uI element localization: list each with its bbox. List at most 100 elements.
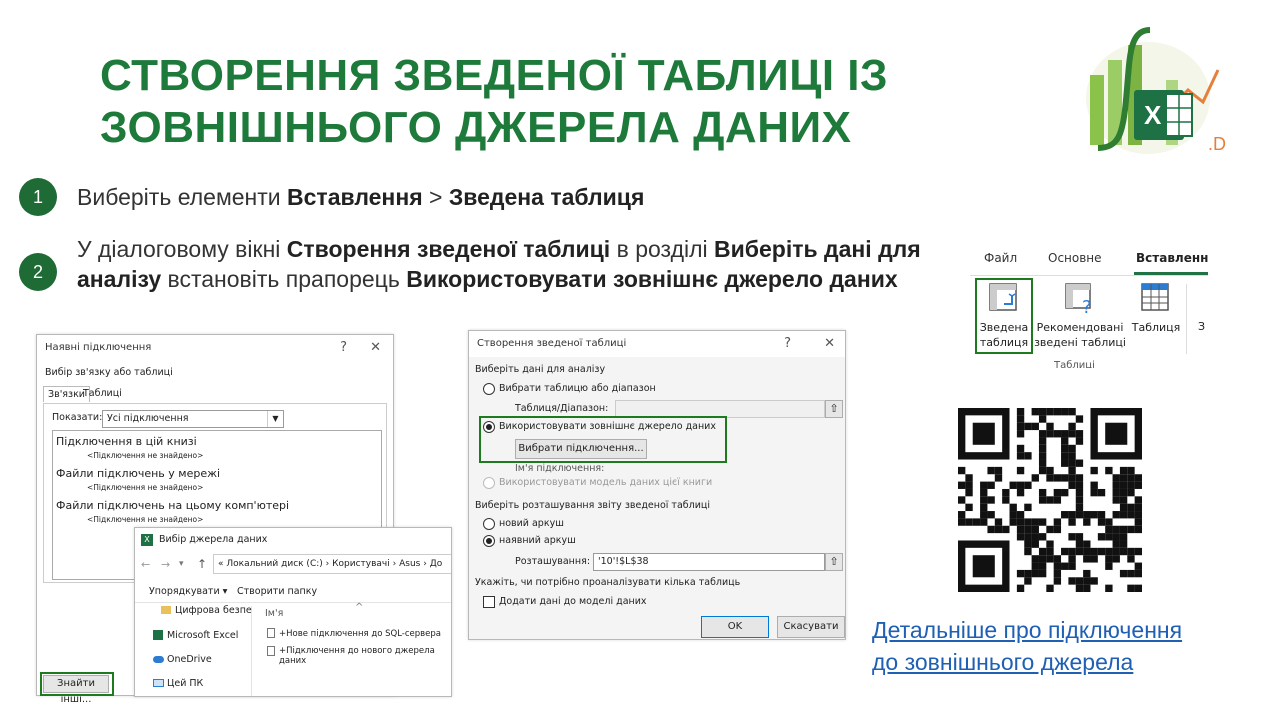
file-item-sql[interactable]: +Нове підключення до SQL-сервера	[279, 629, 441, 639]
address-bar[interactable]: « Локальний диск (C:) › Користувачі › As…	[213, 554, 451, 574]
step-1-b2: Зведена таблиця	[448, 184, 645, 210]
forward-icon[interactable]: →	[161, 558, 170, 571]
path-part-1: «	[218, 559, 224, 569]
history-chevron-icon[interactable]: ▾	[179, 559, 184, 569]
location-input[interactable]: '10'!$L$38	[593, 553, 825, 571]
section-multiple-tables: Укажіть, чи потрібно проаналізувати кіль…	[475, 577, 741, 588]
close-icon[interactable]: ✕	[370, 335, 381, 361]
file-icon	[267, 646, 275, 656]
nav-item-onedrive[interactable]: OneDrive	[167, 654, 212, 665]
more-info-link-line-1[interactable]: Детальніше про підключення	[872, 614, 1252, 646]
range-picker-icon[interactable]: ⇧	[825, 400, 843, 418]
radio-data-model[interactable]	[483, 477, 495, 489]
select-data-source-dialog: X Вибір джерела даних ← → ▾ ↑ « Локальни…	[134, 527, 452, 697]
ok-button[interactable]: OK	[701, 616, 769, 638]
svg-text:?: ?	[1082, 297, 1092, 314]
connection-name-label: Ім'я підключення:	[515, 463, 605, 474]
path-part-5[interactable]: До	[430, 559, 443, 569]
table-button[interactable]: Таблиця	[1128, 278, 1184, 354]
choose-label: Вибір зв'язку або таблиці	[45, 367, 173, 378]
more-info-link-line-2[interactable]: до зовнішнього джерела	[872, 646, 1252, 678]
step-1-badge: 1	[19, 178, 57, 216]
show-label: Показати:	[52, 412, 103, 423]
location-label: Розташування:	[515, 556, 591, 567]
folder-icon	[161, 606, 171, 614]
file-icon	[267, 628, 275, 638]
ribbon-group-label: Таблиці	[1054, 360, 1095, 368]
help-button[interactable]: ?	[340, 335, 347, 361]
show-select-value: Усі підключення	[107, 413, 189, 424]
section-location: Виберіть розташування звіту зведеної таб…	[475, 500, 710, 511]
path-part-2[interactable]: Локальний диск (C:)	[226, 559, 322, 569]
pivot-highlight-box	[975, 278, 1033, 354]
svg-text:.D: .D	[1208, 134, 1226, 154]
step-2-b1: Створення зведеної таблиці	[286, 236, 611, 262]
tab-tables[interactable]: Таблиці	[83, 388, 122, 399]
group-title-network: Файли підключень у мережі	[56, 467, 221, 480]
new-folder-button[interactable]: Створити папку	[237, 586, 317, 597]
path-sep-1: ›	[325, 559, 330, 569]
ribbon-tabs: Файл Основне Вставлення	[970, 242, 1208, 276]
add-to-model-label: Додати дані до моделі даних	[499, 596, 647, 607]
file-item-new-source[interactable]: +Підключення до нового джерела даних	[279, 646, 451, 666]
recommended-pivot-label: Рекомендовані зведені таблиці	[1034, 321, 1126, 349]
step-1-text: Виберіть елементи Вставлення > Зведена т…	[77, 182, 937, 212]
cloud-icon	[153, 656, 164, 663]
step-2-t1: У діалоговому вікні	[77, 236, 287, 262]
path-part-4[interactable]: Asus	[399, 559, 420, 569]
step-2-t2: в розділі	[610, 236, 715, 262]
nav-divider	[251, 606, 252, 696]
help-button[interactable]: ?	[784, 331, 791, 357]
radio-table-range[interactable]	[483, 383, 495, 395]
radio-existing-sheet[interactable]	[483, 535, 495, 547]
table-icon	[1141, 283, 1169, 311]
source-title: Вибір джерела даних	[159, 534, 268, 545]
group-title-workbook: Підключення в цій книзі	[56, 435, 197, 448]
nav-item-this-pc[interactable]: Цей ПК	[167, 678, 203, 689]
nav-item-excel[interactable]: Microsoft Excel	[167, 630, 238, 641]
toolbar-divider	[135, 602, 451, 603]
group-title-computer: Файли підключень на цьому комп'ютері	[56, 499, 290, 512]
chevron-down-icon: ▼	[267, 411, 283, 427]
organize-button[interactable]: Упорядкувати ▾	[149, 586, 227, 597]
column-name-header[interactable]: Ім'я	[265, 608, 283, 619]
excel-icon: X	[141, 534, 153, 546]
step-1-b1: Вставлення	[287, 184, 423, 210]
create-pivot-dialog: Створення зведеної таблиці ? ✕ Виберіть …	[468, 330, 846, 640]
close-icon[interactable]: ✕	[824, 331, 835, 357]
step-2-t3: встановіть прапорець	[161, 266, 407, 292]
group-empty-network: <Підключення не знайдено>	[87, 483, 204, 492]
ribbon-tab-file[interactable]: Файл	[984, 251, 1017, 265]
more-info-link[interactable]: Детальніше про підключення до зовнішньог…	[872, 614, 1252, 678]
radio-new-sheet[interactable]	[483, 518, 495, 530]
radio-new-sheet-label: новий аркуш	[499, 518, 564, 529]
qr-code[interactable]	[958, 408, 1142, 592]
up-icon[interactable]: ↑	[197, 557, 207, 571]
back-icon[interactable]: ←	[141, 558, 150, 571]
step-2-text: У діалоговому вікні Створення зведеної т…	[77, 234, 942, 294]
title-line-2: ЗОВНІШНЬОГО ДЖЕРЕЛА ДАНИХ	[100, 103, 852, 152]
path-part-3[interactable]: Користувачі	[332, 559, 390, 569]
cancel-button[interactable]: Скасувати	[777, 616, 845, 638]
excel-nav-icon	[153, 630, 163, 640]
table-label: Таблиця	[1131, 321, 1181, 334]
ribbon-tab-underline	[1134, 272, 1208, 275]
ribbon-divider	[1186, 284, 1187, 354]
ribbon-tab-insert[interactable]: Вставлення	[1136, 251, 1208, 265]
radio-table-range-label: Вибрати таблицю або діапазон	[499, 383, 656, 394]
recommended-pivot-icon: ?	[1065, 283, 1092, 314]
radio-existing-sheet-label: наявний аркуш	[499, 535, 576, 546]
location-picker-icon[interactable]: ⇧	[825, 553, 843, 571]
nav-item-digital[interactable]: Цифрова безпе	[175, 605, 252, 616]
add-to-model-checkbox[interactable]	[483, 596, 495, 608]
svg-text:X: X	[1144, 100, 1162, 130]
step-1-t1: Виберіть елементи	[77, 184, 288, 210]
external-source-highlight	[479, 416, 727, 463]
group-empty-computer: <Підключення не знайдено>	[87, 515, 204, 524]
group-empty-workbook: <Підключення не знайдено>	[87, 451, 204, 460]
recommended-pivot-button[interactable]: ? Рекомендовані зведені таблиці	[1032, 278, 1128, 354]
radio-data-model-label: Використовувати модель даних цієї книги	[499, 477, 713, 488]
show-select[interactable]: Усі підключення ▼	[102, 410, 284, 428]
title-line-1: СТВОРЕННЯ ЗВЕДЕНОЇ ТАБЛИЦІ ІЗ	[100, 51, 889, 100]
ribbon-tab-home[interactable]: Основне	[1048, 251, 1102, 265]
